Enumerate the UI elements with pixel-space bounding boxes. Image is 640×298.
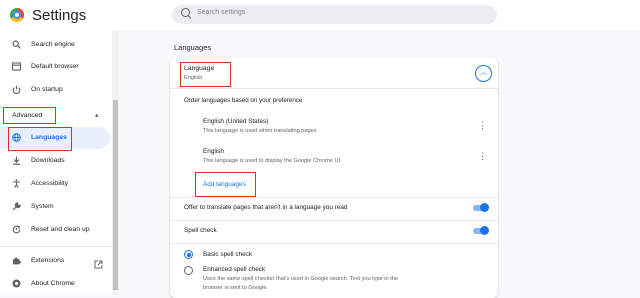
divider [170, 197, 498, 198]
sidebar-item-label: About Chrome [31, 280, 75, 287]
browser-icon [12, 62, 21, 71]
sidebar-item-on-startup[interactable]: On startup [0, 79, 112, 101]
language-entry-description: This language is used when translating p… [203, 128, 317, 134]
app-title: Settings [32, 7, 87, 24]
basic-spell-check-label: Basic spell check [203, 251, 253, 258]
offer-translate-toggle[interactable] [473, 203, 489, 212]
order-languages-label: Order languages based on your preference [184, 97, 303, 104]
puzzle-icon [12, 256, 22, 265]
sidebar-item-reset[interactable]: Reset and clean up [0, 219, 112, 241]
sidebar-item-system[interactable]: System [0, 196, 112, 218]
open-external-icon [94, 256, 103, 269]
scrollbar-thumb[interactable] [113, 100, 118, 290]
enhanced-spell-check-description: Uses the same spell checker that's used … [203, 276, 398, 282]
sidebar-item-label: Languages [31, 134, 67, 141]
enhanced-spell-check-label: Enhanced spell check [203, 266, 266, 273]
sidebar-item-languages[interactable]: Languages [0, 127, 112, 149]
sidebar-item-label: On startup [31, 86, 63, 93]
sidebar-item-downloads[interactable]: Downloads [0, 150, 112, 172]
language-entry-name: English [203, 148, 224, 155]
language-entry-name: English (United States) [203, 118, 269, 125]
search-placeholder: Search settings [197, 9, 246, 16]
sidebar-item-label: Accessibility [31, 180, 69, 187]
sidebar-item-about-chrome[interactable]: About Chrome [0, 273, 112, 295]
add-languages-button[interactable]: Add languages [203, 181, 246, 188]
wrench-icon [12, 202, 21, 211]
sidebar-divider [0, 246, 112, 247]
sidebar-item-extensions[interactable]: Extensions [0, 250, 112, 272]
sidebar-item-label: Extensions [31, 257, 65, 264]
chrome-logo-icon [10, 8, 24, 22]
divider [170, 220, 498, 221]
spell-check-toggle[interactable] [473, 226, 489, 235]
reset-icon [12, 225, 21, 234]
section-title-languages: Languages [174, 43, 212, 52]
language-entry-description: This language is used to display the Goo… [203, 158, 341, 164]
divider [170, 243, 498, 244]
sidebar-advanced-label[interactable]: Advanced [12, 112, 42, 119]
collapse-language-button[interactable]: ︿ [475, 65, 492, 82]
sidebar-item-accessibility[interactable]: Accessibility [0, 173, 112, 195]
sidebar-item-default-browser[interactable]: Default browser [0, 56, 112, 78]
sidebar-item-label: Reset and clean up [31, 226, 90, 233]
language-subtitle: English [184, 75, 203, 81]
accessibility-icon [12, 179, 21, 188]
sidebar-item-label: Downloads [31, 157, 65, 164]
basic-spell-check-radio[interactable] [184, 250, 193, 259]
download-icon [12, 156, 21, 165]
sidebar-item-label: Search engine [31, 41, 75, 48]
power-icon [12, 85, 21, 94]
sidebar-item-search-engine[interactable]: Search engine [0, 34, 112, 56]
divider [170, 88, 498, 89]
offer-translate-label: Offer to translate pages that aren't in … [184, 204, 348, 211]
more-vert-icon[interactable]: ⋮ [478, 152, 487, 161]
spell-check-label: Spell check [184, 227, 217, 234]
chevron-up-icon: ︿ [480, 69, 487, 76]
chrome-icon [12, 279, 21, 288]
sidebar-item-label: Default browser [31, 63, 79, 70]
language-title: Language [184, 65, 215, 72]
globe-icon [12, 133, 21, 142]
more-vert-icon[interactable]: ⋮ [478, 121, 487, 130]
chevron-up-icon[interactable]: ▴ [95, 111, 99, 119]
search-icon [12, 40, 21, 49]
sidebar-item-label: System [31, 203, 54, 210]
enhanced-spell-check-radio[interactable] [184, 266, 193, 275]
enhanced-spell-check-description: browser is sent to Google. [203, 285, 268, 291]
search-icon [181, 8, 190, 17]
